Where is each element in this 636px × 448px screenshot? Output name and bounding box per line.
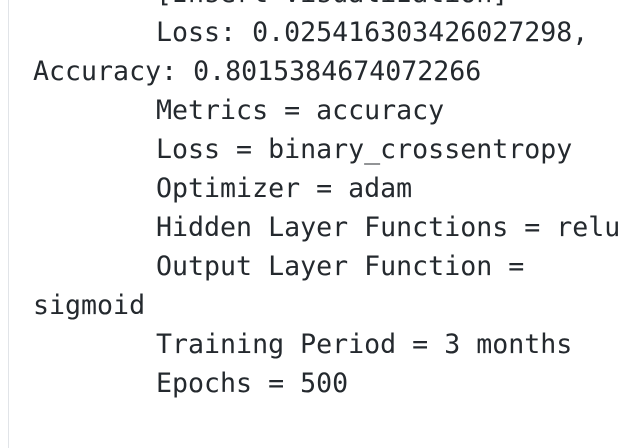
code-line-metrics: Metrics = accuracy xyxy=(156,95,445,126)
code-line-output-layer-function-value: sigmoid xyxy=(33,290,146,321)
code-line-loss-value: Loss: 0.025416303426027298, xyxy=(156,17,589,48)
code-block[interactable]: [Insert Visualization] Loss: 0.025416303… xyxy=(33,0,633,403)
code-line-accuracy-value: Accuracy: 0.8015384674072266 xyxy=(33,56,482,87)
code-line-loss-function: Loss = binary_crossentropy xyxy=(156,134,573,165)
code-line-hidden-layer-functions: Hidden Layer Functions = relu xyxy=(156,212,621,243)
code-block-border xyxy=(8,0,9,448)
code-line-optimizer: Optimizer = adam xyxy=(156,173,413,204)
code-line-epochs: Epochs = 500 xyxy=(156,368,349,399)
code-line-visualization-placeholder: [Insert Visualization] xyxy=(156,0,508,13)
code-block-panel: [Insert Visualization] Loss: 0.025416303… xyxy=(0,0,636,448)
code-line-training-period: Training Period = 3 months xyxy=(156,329,573,360)
code-line-output-layer-function: Output Layer Function = xyxy=(156,251,525,282)
